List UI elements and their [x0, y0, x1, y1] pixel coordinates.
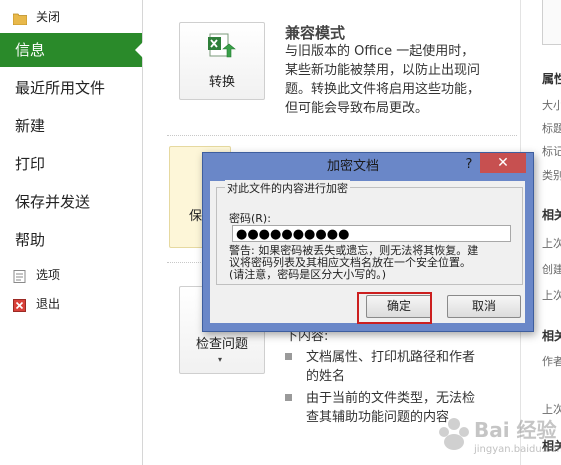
bullet-square-icon: [285, 353, 292, 360]
folder-icon: [12, 10, 28, 26]
dialog-help-button[interactable]: ?: [461, 153, 477, 177]
inspect-bullet-2-line-1: 由于当前的文件类型，无法检: [306, 391, 476, 406]
nav-options-label: 选项: [36, 268, 61, 282]
nav-save-send-label: 保存并发送: [15, 193, 91, 211]
cancel-button[interactable]: 取消: [447, 295, 521, 318]
nav-print-label: 打印: [15, 155, 46, 173]
nav-recent[interactable]: 最近所用文件: [0, 71, 142, 105]
password-field[interactable]: ●●●●●●●●●●: [232, 225, 511, 242]
nav-close-label: 关闭: [36, 10, 61, 24]
rp-last-printed: 上次: [542, 289, 561, 302]
nav-new[interactable]: 新建: [0, 109, 142, 143]
rp-title: 标题: [542, 122, 561, 135]
inspect-bullet-1-line-2: 的姓名: [306, 369, 346, 384]
rp-category: 类别: [542, 169, 561, 182]
nav-info[interactable]: 信息: [0, 33, 143, 67]
protect-button-label: 保: [189, 209, 203, 224]
rp-tags: 标记: [542, 145, 561, 158]
ok-button-highlight: [357, 292, 432, 324]
section-divider: [167, 135, 517, 136]
warning-line-3: (请注意，密码是区分大小写的。): [229, 268, 387, 281]
excel-convert-icon: [207, 31, 237, 65]
rp-author: 作者: [542, 355, 561, 368]
compat-desc-line-4: 但可能会导致布局更改。: [285, 101, 429, 116]
dialog-title: 加密文档: [326, 159, 379, 174]
convert-button-label: 转换: [208, 75, 235, 90]
nav-print[interactable]: 打印: [0, 147, 142, 181]
rp-created: 创建: [542, 263, 561, 276]
rp-properties[interactable]: 属性: [542, 70, 561, 87]
password-warning: 警告: 如果密码被丢失或遗忘，则无法将其恢复。建 议将密码列表及其相应文档名放在…: [229, 245, 519, 281]
watermark-url: jingyan.baidu.com: [474, 444, 561, 455]
password-label: 密码(R):: [229, 212, 271, 225]
compat-mode-title: 兼容模式: [285, 24, 346, 42]
inspect-bullet-1-line-1: 文档属性、打印机路径和作者: [306, 350, 476, 365]
rp-related-dates: 相关: [542, 208, 561, 222]
compat-desc-line-3: 题。转换此文件将启用这些功能，: [285, 82, 481, 97]
nav-exit-label: 退出: [36, 297, 61, 311]
watermark: Bai 经验 jingyan.baidu.com: [436, 408, 561, 464]
check-issues-label: 检查问题: [195, 337, 248, 352]
nav-help-label: 帮助: [15, 231, 46, 249]
encrypt-group-label: 对此文件的内容进行加密: [225, 180, 350, 196]
bullet-square-icon: [285, 394, 292, 401]
nav-close[interactable]: 关闭: [0, 6, 142, 28]
rp-last-modified: 上次: [542, 237, 561, 250]
options-icon: [13, 268, 27, 283]
inspect-bullet-2-line-2: 查其辅助功能问题的内容: [306, 410, 450, 425]
rp-related-people: 相关: [542, 329, 561, 343]
compat-desc-line-2: 某些新功能被禁用，以防止出现问: [285, 63, 481, 78]
backstage-nav: 关闭 信息 最近所用文件 新建 打印 保存并发送 帮助 选项 退出: [0, 0, 143, 465]
nav-new-label: 新建: [15, 117, 46, 135]
nav-help[interactable]: 帮助: [0, 223, 142, 257]
dialog-close-button[interactable]: ✕: [480, 153, 526, 173]
compat-desc-line-1: 与旧版本的 Office 一起使用时，: [285, 44, 475, 59]
dropdown-arrow-icon: ▾: [218, 355, 223, 364]
nav-save-send[interactable]: 保存并发送: [0, 185, 142, 219]
nav-options[interactable]: 选项: [0, 264, 142, 286]
watermark-text: Bai 经验: [474, 418, 557, 442]
nav-recent-label: 最近所用文件: [15, 79, 106, 97]
nav-exit[interactable]: 退出: [0, 293, 142, 315]
rp-size: 大小: [542, 99, 561, 112]
nav-info-label: 信息: [15, 41, 46, 59]
encrypt-group: 对此文件的内容进行加密 密码(R): ●●●●●●●●●● 警告: 如果密码被丢…: [216, 180, 523, 285]
convert-button[interactable]: 转换: [179, 22, 265, 100]
exit-icon: [13, 297, 27, 312]
document-preview: [542, 0, 561, 45]
